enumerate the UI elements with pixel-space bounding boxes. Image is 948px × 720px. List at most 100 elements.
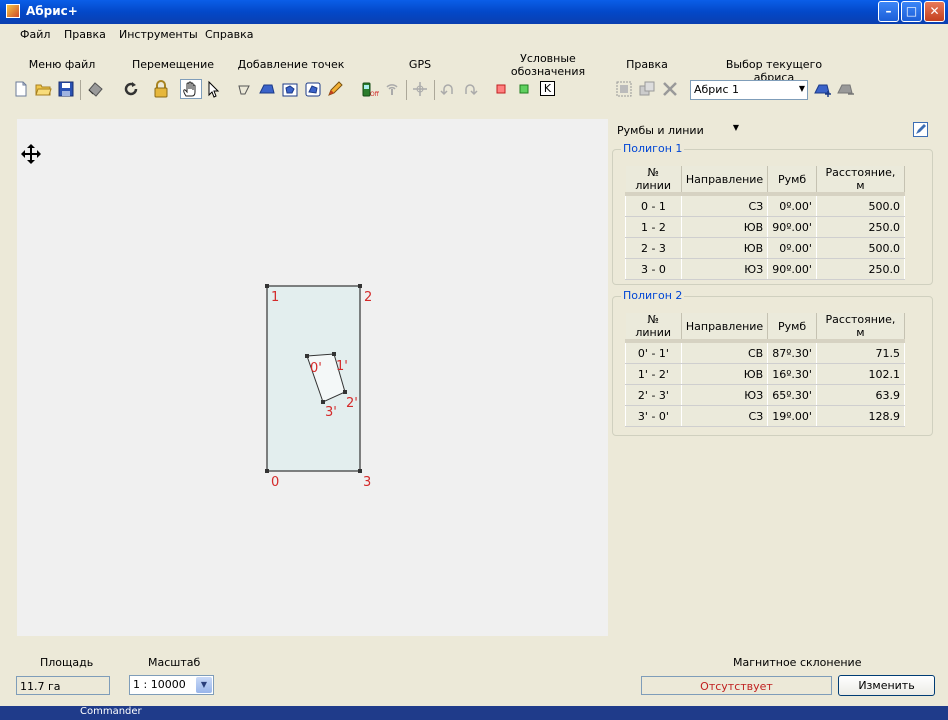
header-line-no[interactable]: № линии xyxy=(625,166,682,196)
toolbar-separator xyxy=(80,80,81,100)
header-rumb[interactable]: Румб xyxy=(767,166,817,196)
polygon-1-title: Полигон 1 xyxy=(621,142,685,155)
header-distance[interactable]: Расстояние, м xyxy=(816,313,906,343)
polygon-1-group: Полигон 1 № линии Направление Румб Расст… xyxy=(612,142,933,285)
svg-text:Off: Off xyxy=(370,91,380,98)
header-direction[interactable]: Направление xyxy=(681,313,769,343)
chevron-down-icon[interactable]: ▼ xyxy=(196,677,212,693)
hand-pan-icon[interactable] xyxy=(180,79,202,99)
taskbar-label: Commander xyxy=(80,706,142,717)
vertex-label-0: 0 xyxy=(271,475,279,490)
chevron-down-icon: ▼ xyxy=(732,123,739,132)
edit-note-icon[interactable] xyxy=(913,122,928,137)
legend-red-square-icon[interactable] xyxy=(494,82,508,96)
table-row[interactable]: 1' - 2' ЮВ 16º.30' 102.1 xyxy=(625,363,906,385)
area-value: 11.7 га xyxy=(20,680,61,693)
magnetic-declination-label: Магнитное склонение xyxy=(733,656,862,669)
redo-icon[interactable] xyxy=(461,80,479,98)
app-icon xyxy=(6,4,20,18)
polygon-1-outline xyxy=(266,285,361,472)
group-label-file: Меню файл xyxy=(28,58,96,71)
table-row[interactable]: 0 - 1 СЗ 0º.00' 500.0 xyxy=(625,193,906,217)
signal-icon[interactable] xyxy=(383,80,401,98)
menu-help[interactable]: Справка xyxy=(205,28,253,41)
change-button[interactable]: Изменить xyxy=(838,675,935,696)
vertex-label-3: 3 xyxy=(363,475,371,490)
cell-rumb: 90º.00' xyxy=(767,216,817,238)
minimize-button[interactable]: – xyxy=(878,1,899,22)
delete-icon[interactable] xyxy=(661,80,679,98)
header-line-no[interactable]: № линии xyxy=(625,313,682,343)
copy-icon[interactable] xyxy=(638,80,656,98)
add-abris-icon[interactable] xyxy=(813,80,831,98)
table-row[interactable]: 2 - 3 ЮВ 0º.00' 500.0 xyxy=(625,237,906,259)
cell-rumb: 87º.30' xyxy=(767,340,817,364)
pointer-arrow-icon[interactable] xyxy=(205,80,223,98)
cell-direction: ЮВ xyxy=(680,363,769,385)
remove-abris-icon[interactable] xyxy=(836,80,854,98)
cell-line: 3 - 0 xyxy=(625,258,682,280)
chevron-down-icon: ▼ xyxy=(798,84,805,93)
close-button[interactable]: ✕ xyxy=(924,1,945,22)
polyline-icon[interactable] xyxy=(236,80,254,98)
legend-k-icon[interactable]: K xyxy=(540,81,555,96)
table-row[interactable]: 2' - 3' ЮЗ 65º.30' 63.9 xyxy=(625,384,906,406)
eraser-icon[interactable] xyxy=(86,80,104,98)
cell-line: 0' - 1' xyxy=(625,340,682,364)
scale-label: Масштаб xyxy=(148,656,201,669)
table-row[interactable]: 3 - 0 ЮЗ 90º.00' 250.0 xyxy=(625,258,906,280)
vertex-label-1: 1 xyxy=(271,290,279,305)
title-bar[interactable]: Абрис+ – □ ✕ xyxy=(0,0,948,24)
view-mode-select[interactable]: Румбы и линии ▼ xyxy=(612,121,742,139)
cell-distance: 500.0 xyxy=(815,237,906,259)
table-row[interactable]: 1 - 2 ЮВ 90º.00' 250.0 xyxy=(625,216,906,238)
area-value-field: 11.7 га xyxy=(16,676,110,695)
table-row[interactable]: 3' - 0' СЗ 19º.00' 128.9 xyxy=(625,405,906,427)
polygon-edit-icon[interactable] xyxy=(304,80,322,98)
polygon-2-table: № линии Направление Румб Расстояние, м 0… xyxy=(625,313,906,427)
undo-icon[interactable] xyxy=(439,80,457,98)
header-rumb[interactable]: Румб xyxy=(767,313,817,343)
crosshair-icon[interactable] xyxy=(411,80,429,98)
legend-green-square-icon[interactable] xyxy=(517,82,531,96)
new-file-icon[interactable] xyxy=(12,80,30,98)
header-direction[interactable]: Направление xyxy=(681,166,769,196)
polygon-inner-icon[interactable] xyxy=(281,80,299,98)
lock-icon[interactable] xyxy=(152,80,170,98)
drawing-canvas[interactable]: 0 1 2 3 0' 1' 2' 3' xyxy=(17,119,608,636)
cell-distance: 63.9 xyxy=(815,384,906,406)
maximize-button[interactable]: □ xyxy=(901,1,922,22)
open-folder-icon[interactable] xyxy=(34,80,52,98)
polygon-2-vertex xyxy=(321,400,325,404)
window-title: Абрис+ xyxy=(26,4,78,18)
polygon-2-vertex xyxy=(343,390,347,394)
menu-tools[interactable]: Инструменты xyxy=(119,28,198,41)
scale-select[interactable]: 1 : 10000 ▼ xyxy=(129,675,214,695)
abris-select[interactable]: Абрис 1 ▼ xyxy=(690,80,808,100)
group-label-legend-line2: обозначения xyxy=(510,65,586,78)
menu-edit[interactable]: Правка xyxy=(64,28,106,41)
view-mode-select-value: Румбы и линии xyxy=(617,124,704,137)
cell-rumb: 0º.00' xyxy=(767,193,817,217)
cell-rumb: 19º.00' xyxy=(767,405,817,427)
cell-distance: 71.5 xyxy=(815,340,906,364)
toolbar-separator xyxy=(434,80,435,100)
cell-line: 3' - 0' xyxy=(625,405,682,427)
gps-device-icon[interactable]: Off xyxy=(360,80,380,98)
abris-select-value: Абрис 1 xyxy=(694,83,739,96)
polygon-1-vertex xyxy=(358,469,362,473)
header-distance[interactable]: Расстояние, м xyxy=(816,166,906,196)
pencil-icon[interactable] xyxy=(326,80,344,98)
save-icon[interactable] xyxy=(57,80,75,98)
cell-direction: ЮВ xyxy=(680,237,769,259)
polygon-icon[interactable] xyxy=(258,80,276,98)
vertex-label-2: 2 xyxy=(364,290,372,305)
select-area-icon[interactable] xyxy=(615,80,633,98)
menu-file[interactable]: Файл xyxy=(20,28,50,41)
toolbar-separator xyxy=(406,80,407,100)
rotate-icon[interactable] xyxy=(122,80,140,98)
cell-line: 1 - 2 xyxy=(625,216,682,238)
table-row[interactable]: 0' - 1' СВ 87º.30' 71.5 xyxy=(625,340,906,364)
cell-direction: СЗ xyxy=(680,405,769,427)
group-label-legend: Условные обозначения xyxy=(508,52,588,78)
